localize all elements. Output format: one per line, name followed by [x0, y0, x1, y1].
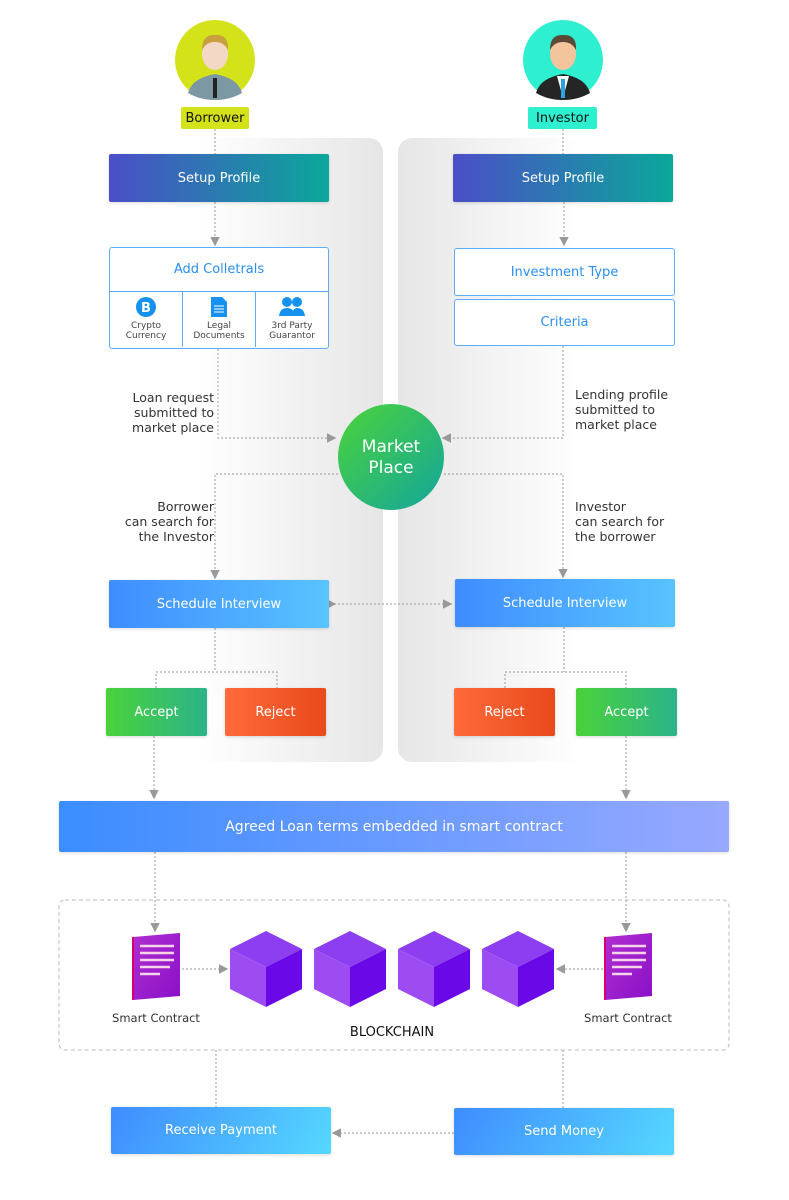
- note-line: Investor: [575, 499, 626, 514]
- block-cube-icon: [482, 931, 554, 1007]
- market-place-line: Place: [368, 458, 414, 478]
- borrower-accept-button[interactable]: Accept: [106, 688, 207, 736]
- svg-text:B: B: [141, 301, 151, 316]
- investor-avatar-icon: [523, 20, 603, 100]
- agreed-loan-terms-bar: Agreed Loan terms embedded in smart cont…: [59, 801, 729, 852]
- block-cube-icon: [398, 931, 470, 1007]
- investor-reject-button[interactable]: Reject: [454, 688, 555, 736]
- borrower-smart-contract-label: Smart Contract: [112, 1011, 200, 1025]
- note-line: market place: [132, 420, 214, 435]
- blockchain-label: BLOCKCHAIN: [349, 1025, 435, 1040]
- diagram: Borrower Investor Setup Profile Setup Pr…: [0, 0, 789, 1200]
- borrower-schedule-interview[interactable]: Schedule Interview: [109, 580, 329, 628]
- note-line: the borrower: [575, 529, 656, 544]
- borrower-search-note: Borrower can search for the Investor: [100, 499, 214, 544]
- collateral-legal[interactable]: Legal Documents: [183, 292, 256, 347]
- document-icon: [211, 297, 227, 317]
- collateral-crypto[interactable]: B Crypto Currency: [110, 292, 183, 347]
- investor-schedule-interview[interactable]: Schedule Interview: [455, 579, 675, 627]
- note-line: Lending profile: [575, 387, 669, 402]
- people-icon: [279, 297, 305, 316]
- add-collaterals-title[interactable]: Add Colletrals: [110, 248, 328, 292]
- collateral-label: Legal Documents: [193, 321, 245, 341]
- send-money-box[interactable]: Send Money: [454, 1108, 674, 1155]
- investor-label: Investor: [528, 107, 597, 129]
- collateral-label: 3rd Party Guarantor: [269, 321, 315, 341]
- add-collaterals-box: Add Colletrals B Crypto Currency Legal D…: [109, 247, 329, 349]
- investor-search-note: Investor can search for the borrower: [575, 499, 695, 544]
- collateral-guarantor[interactable]: 3rd Party Guarantor: [256, 292, 328, 347]
- investor-smart-contract-label: Smart Contract: [584, 1011, 672, 1025]
- smart-contract-icon: [132, 933, 180, 1000]
- note-line: market place: [575, 417, 657, 432]
- investor-setup-profile[interactable]: Setup Profile: [453, 154, 673, 202]
- borrower-avatar-icon: [175, 20, 255, 100]
- bitcoin-icon: B: [136, 297, 156, 317]
- collateral-label: Crypto Currency: [125, 321, 167, 341]
- lending-profile-note: Lending profile submitted to market place: [575, 387, 695, 432]
- borrower-reject-button[interactable]: Reject: [225, 688, 326, 736]
- note-line: Loan request: [132, 390, 214, 405]
- receive-payment-box[interactable]: Receive Payment: [111, 1107, 331, 1154]
- note-line: can search for: [575, 514, 665, 529]
- smart-contract-icon: [604, 933, 652, 1000]
- borrower-setup-profile[interactable]: Setup Profile: [109, 154, 329, 202]
- market-place-label[interactable]: Market Place: [338, 437, 444, 479]
- note-line: the Investor: [138, 529, 214, 544]
- block-cube-icon: [230, 931, 302, 1007]
- note-line: Borrower: [157, 499, 214, 514]
- loan-request-note: Loan request submitted to market place: [100, 390, 214, 435]
- investment-type-box[interactable]: Investment Type: [454, 248, 675, 296]
- borrower-label: Borrower: [181, 107, 249, 129]
- note-line: submitted to: [575, 402, 655, 417]
- note-line: can search for: [124, 514, 214, 529]
- market-place-line: Market: [361, 437, 421, 457]
- note-line: submitted to: [134, 405, 214, 420]
- investor-accept-button[interactable]: Accept: [576, 688, 677, 736]
- criteria-box[interactable]: Criteria: [454, 299, 675, 346]
- block-cube-icon: [314, 931, 386, 1007]
